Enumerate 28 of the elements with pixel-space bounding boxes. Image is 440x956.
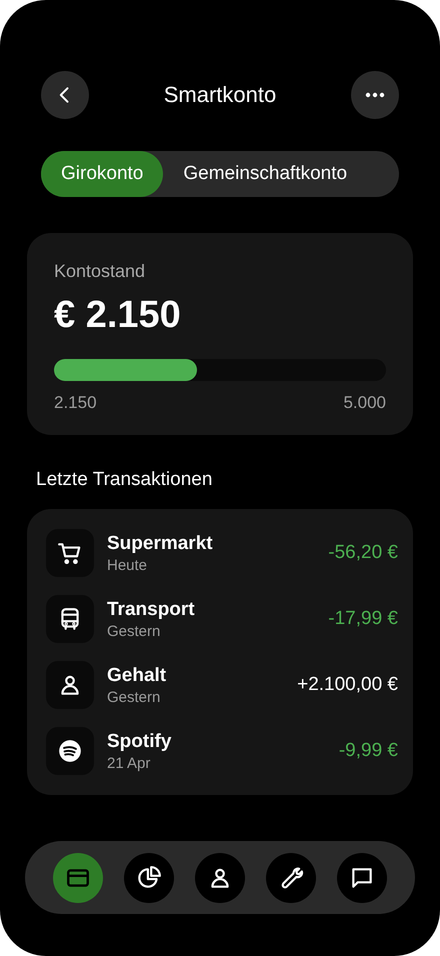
transaction-name: Gehalt <box>107 664 168 686</box>
transaction-date: 21 Apr <box>107 754 152 772</box>
balance-label: Kontostand <box>54 261 146 282</box>
more-icon <box>365 92 385 98</box>
transaction-name: Transport <box>107 598 196 620</box>
nav-button[interactable] <box>195 852 245 902</box>
scale-max: 5.000 <box>343 393 386 413</box>
transaction-amount: -9,99 € <box>338 740 398 762</box>
section-title: Letzte Transaktionen <box>36 469 214 491</box>
account-tab[interactable]: Girokonto <box>41 151 164 197</box>
transaction-date: Gestern <box>107 688 162 706</box>
transaction-amount: -17,99 € <box>328 608 398 630</box>
transaction-date: Heute <box>107 556 148 574</box>
screen-title: Smartkonto <box>164 82 276 108</box>
nav-button[interactable] <box>266 852 316 902</box>
transaction-name: Spotify <box>107 730 172 752</box>
pie-chart-icon <box>136 864 162 890</box>
scale-min: 2.150 <box>54 393 97 413</box>
balance-amount: € 2.150 <box>54 294 182 337</box>
transaction-name: Supermarkt <box>107 532 214 554</box>
nav-button[interactable] <box>124 852 174 902</box>
more-button[interactable] <box>351 71 399 119</box>
transaction-amount: -56,20 € <box>328 542 398 564</box>
transaction-date: Gestern <box>107 622 162 640</box>
transaction-amount: +2.100,00 € <box>297 674 398 696</box>
nav-button[interactable] <box>337 852 387 902</box>
streaming-logo-icon <box>57 738 83 764</box>
account-tab[interactable]: Gemeinschaftkonto <box>163 151 368 197</box>
